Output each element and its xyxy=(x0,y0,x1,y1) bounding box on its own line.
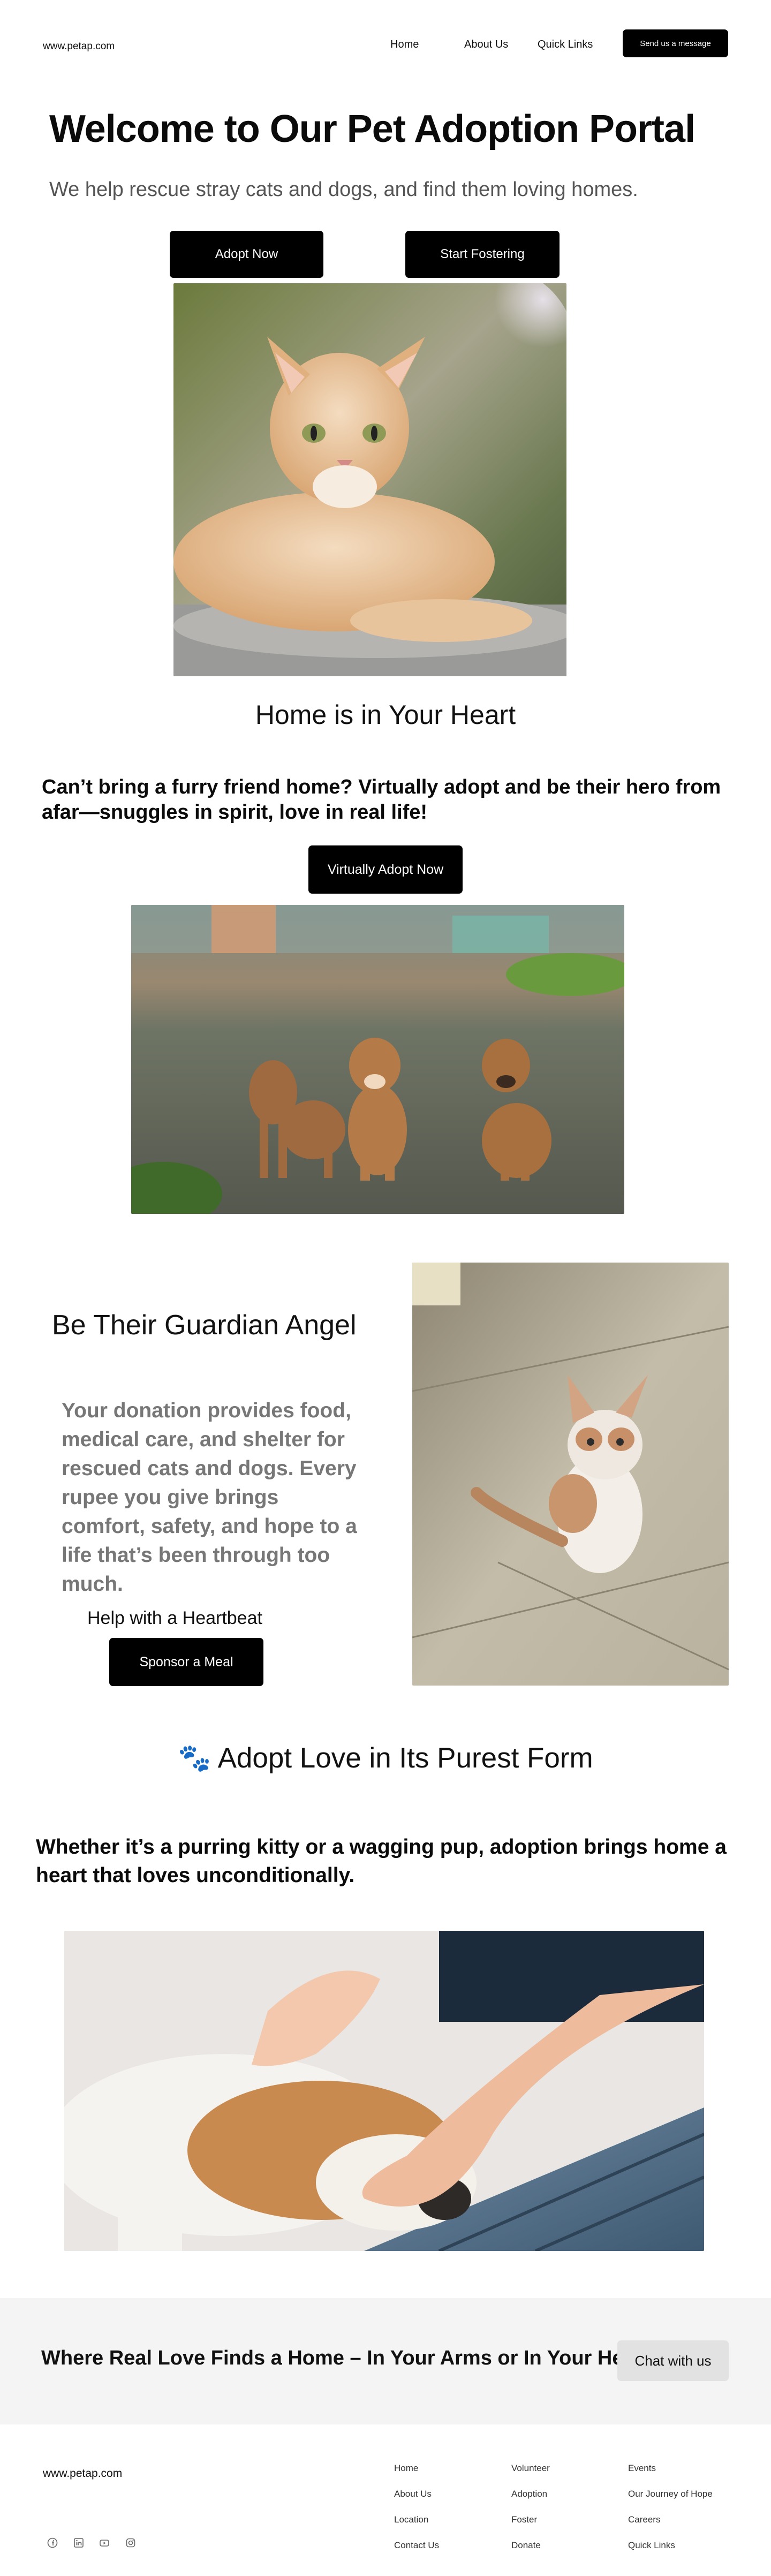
nav-quick-links[interactable]: Quick Links xyxy=(538,36,593,52)
nav-home-label[interactable]: Home xyxy=(390,39,419,51)
page-title: Welcome to Our Pet Adoption Portal xyxy=(49,108,696,150)
paw-icon: 🐾 xyxy=(178,1743,211,1773)
chat-with-us-button[interactable]: Chat with us xyxy=(617,2340,729,2381)
send-message-button[interactable]: Send us a message xyxy=(623,29,728,57)
sponsor-meal-button[interactable]: Sponsor a Meal xyxy=(109,1638,263,1686)
footer-link-quick-links[interactable]: Quick Links xyxy=(628,2540,675,2551)
kitten-photo xyxy=(412,1263,729,1686)
start-fostering-button[interactable]: Start Fostering xyxy=(405,231,560,278)
footer-link-location[interactable]: Location xyxy=(394,2514,428,2525)
linkedin-icon[interactable] xyxy=(73,2537,85,2549)
footer-link-events[interactable]: Events xyxy=(628,2463,656,2474)
site-logo-link[interactable]: www.petap.com xyxy=(43,41,115,52)
guardian-text: Your donation provides food, medical car… xyxy=(62,1399,357,1596)
nav-about-label[interactable]: About Us xyxy=(464,39,508,51)
adopt-love-title: Adopt Love in Its Purest Form xyxy=(217,1742,593,1774)
heartbeat-label: Help with a Heartbeat xyxy=(87,1608,262,1628)
footer-link-home[interactable]: Home xyxy=(394,2463,418,2474)
cta-text: Where Real Love Finds a Home – In Your A… xyxy=(41,2347,655,2369)
virtually-adopt-button[interactable]: Virtually Adopt Now xyxy=(308,845,463,894)
adopt-love-heading: 🐾 Adopt Love in Its Purest Form xyxy=(0,1742,771,1774)
dog-hands-photo xyxy=(64,1931,704,2251)
footer-link-adoption[interactable]: Adoption xyxy=(511,2489,547,2499)
puppies-photo xyxy=(131,905,624,1214)
youtube-icon[interactable] xyxy=(99,2537,110,2549)
footer-link-foster[interactable]: Foster xyxy=(511,2514,537,2525)
footer-link-contact[interactable]: Contact Us xyxy=(394,2540,439,2551)
nav-quick-links-label[interactable]: Quick Links xyxy=(538,39,593,51)
cat-photo xyxy=(173,283,566,676)
nav-about-us[interactable]: About Us xyxy=(464,36,508,52)
footer-link-journey[interactable]: Our Journey of Hope xyxy=(628,2489,713,2499)
footer-link-volunteer[interactable]: Volunteer xyxy=(511,2463,550,2474)
nav-home[interactable]: Home xyxy=(390,36,419,52)
guardian-title: Be Their Guardian Angel xyxy=(52,1310,357,1341)
page-subtitle: We help rescue stray cats and dogs, and … xyxy=(49,178,638,201)
footer-link-donate[interactable]: Donate xyxy=(511,2540,541,2551)
home-section-title: Home is in Your Heart xyxy=(255,700,516,730)
adopt-now-button[interactable]: Adopt Now xyxy=(170,231,323,278)
footer-link-about[interactable]: About Us xyxy=(394,2489,432,2499)
adopt-love-text: Whether it’s a purring kitty or a waggin… xyxy=(36,1835,727,1887)
footer-link-careers[interactable]: Careers xyxy=(628,2514,660,2525)
instagram-icon[interactable] xyxy=(125,2537,137,2549)
facebook-icon[interactable] xyxy=(47,2537,58,2549)
footer-site-link[interactable]: www.petap.com xyxy=(43,2467,122,2480)
virtual-adopt-text: Can’t bring a furry friend home? Virtual… xyxy=(42,776,721,824)
